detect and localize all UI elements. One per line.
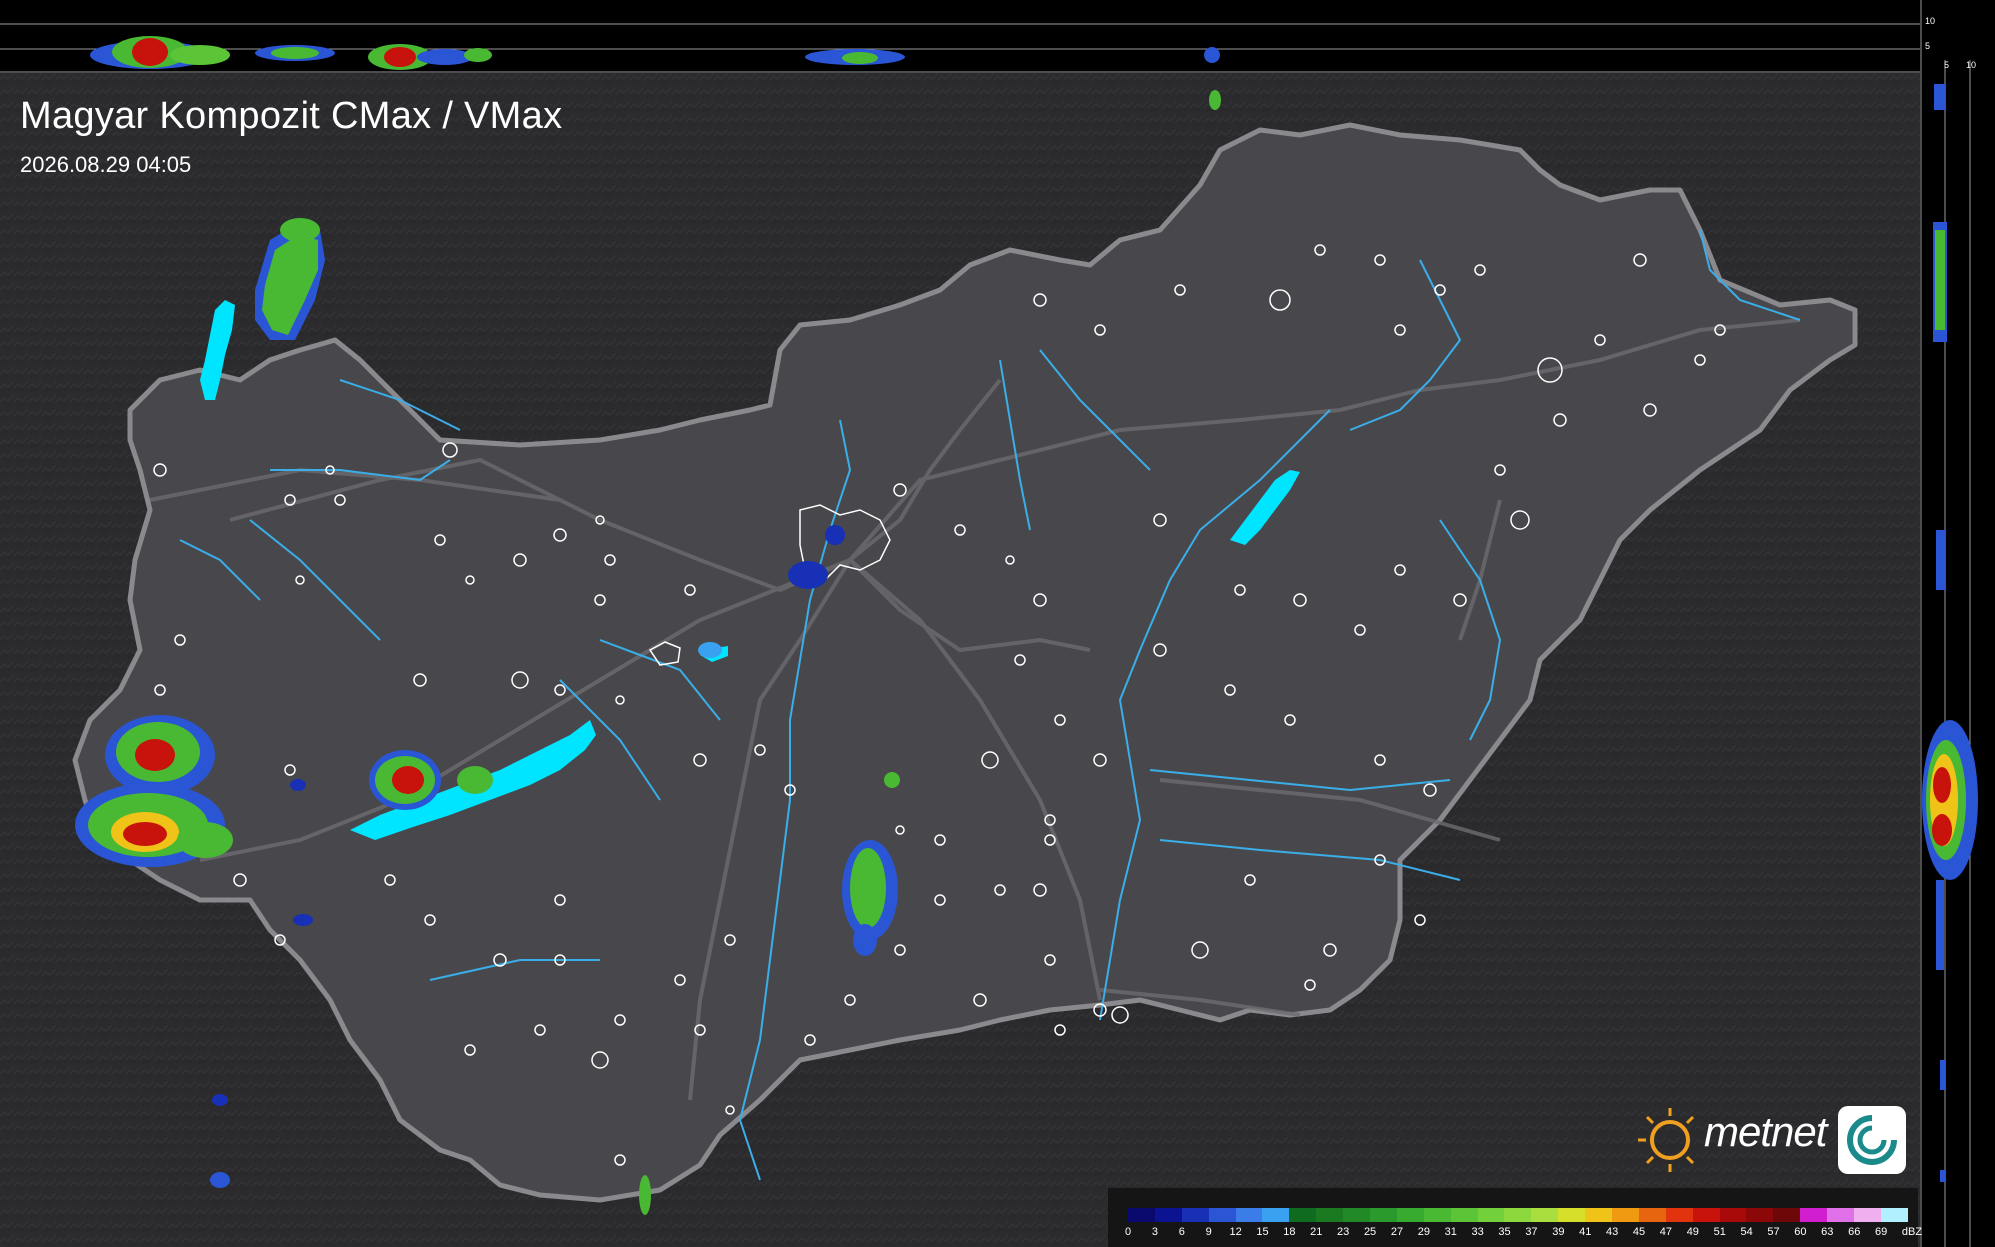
- legend-value: 66: [1848, 1226, 1861, 1238]
- legend-value: 39: [1552, 1226, 1565, 1238]
- brand-name: metnet: [1704, 1108, 1827, 1155]
- legend-swatch: [1854, 1208, 1881, 1222]
- legend-swatch: [1827, 1208, 1855, 1222]
- legend-value: 23: [1337, 1226, 1350, 1238]
- legend-swatch: [1262, 1208, 1290, 1222]
- legend-value: 31: [1444, 1226, 1457, 1238]
- legend-value: 43: [1606, 1226, 1619, 1238]
- legend-value: 63: [1821, 1226, 1834, 1238]
- legend-swatch: [1370, 1208, 1397, 1222]
- map-canvas: 10 5 5 10: [0, 0, 1995, 1247]
- legend-value: 12: [1229, 1226, 1242, 1238]
- legend-swatch: [1396, 1208, 1424, 1222]
- map-title: Magyar Kompozit CMax / VMax: [20, 95, 563, 137]
- legend-value: 60: [1794, 1226, 1807, 1238]
- legend-swatch: [1343, 1208, 1371, 1222]
- legend-swatch: [1558, 1208, 1586, 1222]
- legend-swatch: [1477, 1208, 1505, 1222]
- radar-map: 10 5 5 10 Magyar Kompozit CMax / VMax 20…: [0, 0, 1995, 1247]
- legend-value: 3: [1151, 1226, 1158, 1238]
- legend-swatch: [1128, 1208, 1155, 1222]
- legend-value: 49: [1686, 1226, 1699, 1238]
- side-tick-10: 10: [1966, 60, 1976, 70]
- legend-swatch: [1450, 1208, 1478, 1222]
- legend-value: 57: [1767, 1226, 1780, 1238]
- legend-value: 18: [1283, 1226, 1296, 1238]
- legend-unit: dBZ: [1901, 1226, 1923, 1238]
- legend-value: 54: [1740, 1226, 1753, 1238]
- legend-swatch: [1531, 1208, 1559, 1222]
- legend-swatch: [1692, 1208, 1720, 1222]
- legend-value: 0: [1124, 1226, 1132, 1238]
- legend-swatch: [1235, 1208, 1263, 1222]
- legend-value: 33: [1471, 1226, 1484, 1238]
- legend-value: 29: [1417, 1226, 1430, 1238]
- metnet-logo: metnet: [1632, 1100, 1910, 1180]
- legend-value: 21: [1310, 1226, 1323, 1238]
- legend-value: 51: [1713, 1226, 1726, 1238]
- legend-value: 6: [1178, 1226, 1185, 1238]
- legend-swatch: [1504, 1208, 1532, 1222]
- legend-value: 47: [1659, 1226, 1673, 1238]
- legend-swatch: [1585, 1208, 1613, 1222]
- map-timestamp: 2026.08.29 04:05: [20, 152, 192, 177]
- legend-swatch: [1665, 1208, 1693, 1222]
- legend-swatch: [1423, 1208, 1451, 1222]
- side-tick-5: 5: [1944, 60, 1949, 70]
- legend-swatch: [1289, 1208, 1317, 1222]
- legend-value: 37: [1525, 1226, 1538, 1238]
- legend-value: 27: [1390, 1226, 1404, 1238]
- legend-swatch: [1773, 1208, 1801, 1222]
- legend-value: 41: [1579, 1226, 1592, 1238]
- top-profile-strip: [0, 0, 1920, 73]
- legend-swatch: [1208, 1208, 1236, 1222]
- legend-value: 15: [1256, 1226, 1269, 1238]
- legend-color-bar: [1128, 1208, 1908, 1222]
- legend-value: 25: [1363, 1226, 1377, 1238]
- legend-swatch: [1154, 1208, 1182, 1222]
- swirl-icon: [1838, 1106, 1906, 1174]
- legend-swatch: [1719, 1208, 1747, 1222]
- top-tick-10: 10: [1925, 16, 1935, 26]
- legend-value: 9: [1205, 1226, 1212, 1238]
- legend-labels: 0 3 6 9 12 15 18 21 23 25 27 29 31 33 35 37 39 41 43 45 47 49…: [1124, 1226, 1922, 1242]
- legend-swatch: [1612, 1208, 1639, 1222]
- legend-value: 35: [1498, 1226, 1511, 1238]
- legend-swatch: [1800, 1208, 1828, 1222]
- legend-swatch: [1880, 1208, 1908, 1222]
- color-legend: 0 3 6 9 12 15 18 21 23 25 27 29 31 33 35 37 39 41 43 45 47 49…: [1108, 1188, 1922, 1247]
- top-tick-5: 5: [1925, 41, 1930, 51]
- legend-swatch: [1316, 1208, 1344, 1222]
- legend-swatch: [1638, 1208, 1666, 1222]
- side-profile-strip: [1920, 0, 1995, 1247]
- legend-swatch: [1746, 1208, 1774, 1222]
- legend-value: 69: [1874, 1226, 1888, 1238]
- legend-swatch: [1181, 1208, 1209, 1222]
- sun-icon: [1638, 1108, 1695, 1172]
- legend-value: 45: [1632, 1226, 1646, 1238]
